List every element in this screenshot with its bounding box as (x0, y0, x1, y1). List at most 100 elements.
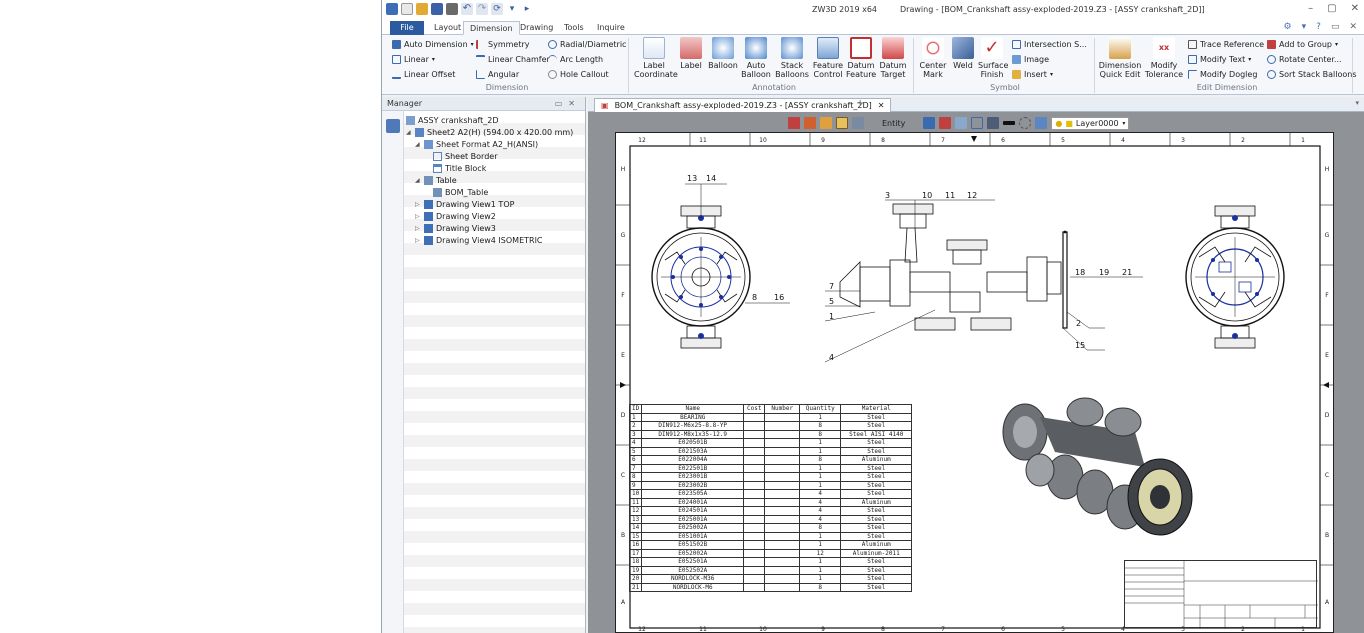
assembly-tree-icon[interactable] (386, 119, 400, 133)
redo-icon[interactable]: ↷ (476, 3, 488, 15)
bom-row[interactable]: 16 E051502B 1 Aluminum (628, 540, 913, 550)
bom-row[interactable]: 14 E025002A 8 Steel (628, 523, 913, 533)
tab-inquire[interactable]: Inquire (591, 21, 631, 35)
tree-item-title-block[interactable]: Title Block (433, 162, 486, 174)
highlight-icon[interactable] (836, 117, 848, 129)
bom-row[interactable]: 18 E052501A 1 Steel (628, 557, 913, 567)
expand-icon[interactable]: ▷ (415, 225, 421, 232)
bom-row[interactable]: 15 E051001A 1 Steel (628, 531, 913, 541)
radial-diametric-button[interactable]: Radial/Diametric (548, 37, 626, 51)
intersection-symbol-button[interactable]: Intersection S... (1012, 37, 1087, 51)
snap-icon[interactable] (1019, 117, 1032, 129)
arc-length-button[interactable]: Arc Length (548, 52, 603, 66)
tree-item-sheet[interactable]: ◢ Sheet2 A2(H) (594.00 x 420.00 mm) (406, 126, 573, 138)
dimension-quick-edit-button[interactable]: Dimension Quick Edit (1098, 37, 1142, 79)
sort-stack-balloons-button[interactable]: Sort Stack Balloons (1267, 67, 1357, 81)
modify-dogleg-button[interactable]: Modify Dogleg (1188, 67, 1257, 81)
settings-icon[interactable]: ⚙ (1284, 22, 1292, 32)
filter-icon[interactable] (852, 117, 864, 129)
new-file-icon[interactable] (401, 3, 413, 15)
bom-row[interactable]: 6 E022004A 8 Aluminum (628, 455, 913, 465)
linear-button[interactable]: Linear ▾ (392, 52, 435, 66)
tab-dimension[interactable]: Dimension (463, 21, 520, 35)
tab-list-icon[interactable]: ▾ (1355, 99, 1359, 107)
collapse-icon[interactable]: ◢ (415, 141, 421, 148)
tree-item-view2[interactable]: ▷ Drawing View2 (415, 210, 496, 222)
eraser-icon[interactable] (804, 117, 816, 129)
surface-finish-button[interactable]: ✓ Surface Finish (978, 37, 1008, 79)
entity-filter[interactable]: Entity (882, 119, 905, 128)
tab-drawing[interactable]: Drawing (514, 21, 559, 35)
datum-feature-button[interactable]: Datum Feature (846, 37, 876, 79)
undo-icon[interactable]: ↶ (461, 3, 473, 15)
tree-item-bom-table[interactable]: BOM_Table (433, 186, 488, 198)
symmetry-button[interactable]: Symmetry (476, 37, 529, 51)
view-icon[interactable] (955, 117, 968, 129)
tree-item-view1[interactable]: ▷ Drawing View1 TOP (415, 198, 514, 210)
bom-row[interactable]: 4 E020501B 1 Steel (628, 438, 913, 448)
close-icon[interactable]: ✕ (1351, 3, 1359, 14)
frame-icon[interactable] (971, 117, 984, 129)
minimize-icon[interactable]: – (1308, 3, 1313, 14)
paint-icon[interactable] (820, 117, 832, 129)
collapse-icon[interactable]: ◢ (415, 177, 421, 184)
line-style-icon[interactable] (1003, 121, 1016, 125)
bom-row[interactable]: 10 E023505A 4 Steel (628, 489, 913, 499)
tree-item-table[interactable]: ◢ Table (415, 174, 457, 186)
bom-row[interactable]: 8 E023001B 1 Steel (628, 472, 913, 482)
expand-icon[interactable]: ▷ (415, 213, 421, 220)
label-coordinate-button[interactable]: Label Coordinate (634, 37, 678, 79)
image-button[interactable]: Image (1012, 52, 1049, 66)
bom-row[interactable]: 9 E023002B 1 Steel (628, 480, 913, 490)
tab-file[interactable]: File (390, 21, 424, 35)
expand-icon[interactable]: ▷ (415, 237, 421, 244)
trace-reference-button[interactable]: Trace Reference (1188, 37, 1264, 51)
close-doc-icon[interactable]: ✕ (1349, 22, 1357, 32)
display-icon[interactable] (987, 117, 1000, 129)
bom-row[interactable]: 20 NORDLOCK-M36 1 Steel (628, 574, 913, 584)
collapse-icon[interactable]: ◢ (406, 129, 412, 136)
weld-button[interactable]: Weld (950, 37, 976, 70)
bom-row[interactable]: 1 BEARING 1 Steel (628, 412, 913, 422)
center-mark-button[interactable]: Center Mark (918, 37, 948, 79)
bom-row[interactable]: 3 DIN912-M8x1x35-12.9 8 Steel AISI 4140 (628, 429, 913, 439)
tree-item-view3[interactable]: ▷ Drawing View3 (415, 222, 496, 234)
angular-button[interactable]: Angular (476, 67, 519, 81)
auto-balloon-button[interactable]: Auto Balloon (741, 37, 771, 79)
pick-icon[interactable] (923, 117, 936, 129)
maximize-icon[interactable]: ▢ (1327, 3, 1336, 14)
pin-icon[interactable]: ▭ (555, 99, 569, 108)
balloon-button[interactable]: Balloon (707, 37, 739, 70)
new-tab-icon[interactable]: + (856, 98, 864, 109)
open-folder-icon[interactable] (416, 3, 428, 15)
auto-dimension-button[interactable]: Auto Dimension ▾ (392, 37, 474, 51)
bom-row[interactable]: 5 E021503A 1 Steel (628, 446, 913, 456)
bom-row[interactable]: 2 DIN912-M6x25-8.8-YP 8 Steel (628, 421, 913, 431)
bom-row[interactable]: 7 E022501B 1 Steel (628, 463, 913, 473)
label-button[interactable]: Label (678, 37, 704, 70)
chevron-down-icon[interactable]: ▾ (506, 3, 518, 15)
close-tab-icon[interactable]: ✕ (878, 101, 885, 110)
tree-item-sheet-format[interactable]: ◢ Sheet Format A2_H(ANSI) (415, 138, 538, 150)
bom-row[interactable]: 11 E024001A 4 Aluminum (628, 497, 913, 507)
help-icon[interactable]: ? (1316, 22, 1321, 32)
rotate-center-button[interactable]: Rotate Center... (1267, 52, 1342, 66)
grid-icon[interactable] (939, 117, 952, 129)
run-icon[interactable]: ▸ (521, 3, 533, 15)
modify-tolerance-button[interactable]: xx Modify Tolerance (1144, 37, 1184, 79)
tree-item-root[interactable]: ASSY crankshaft_2D (406, 114, 499, 126)
tab-layout[interactable]: Layout (428, 21, 467, 35)
tab-tools[interactable]: Tools (558, 21, 590, 35)
app-logo-icon[interactable] (386, 3, 398, 15)
stack-balloons-button[interactable]: Stack Balloons (775, 37, 809, 79)
tab-document[interactable]: ▣ BOM_Crankshaft assy-exploded-2019.Z3 -… (594, 98, 892, 112)
linear-offset-button[interactable]: Linear Offset (392, 67, 455, 81)
modify-text-button[interactable]: Modify Text ▾ (1188, 52, 1251, 66)
bom-row[interactable]: 21 NORDLOCK-M6 8 Steel (628, 582, 913, 592)
feature-control-button[interactable]: Feature Control (812, 37, 844, 79)
layer-stack-icon[interactable] (1035, 117, 1048, 129)
bom-row[interactable]: 12 E024501A 4 Steel (628, 506, 913, 516)
bom-row[interactable]: 13 E025001A 4 Steel (628, 514, 913, 524)
bom-table[interactable]: ID Name Cost Number Quantity Material 1B… (628, 404, 913, 592)
add-to-group-button[interactable]: Add to Group ▾ (1267, 37, 1338, 51)
